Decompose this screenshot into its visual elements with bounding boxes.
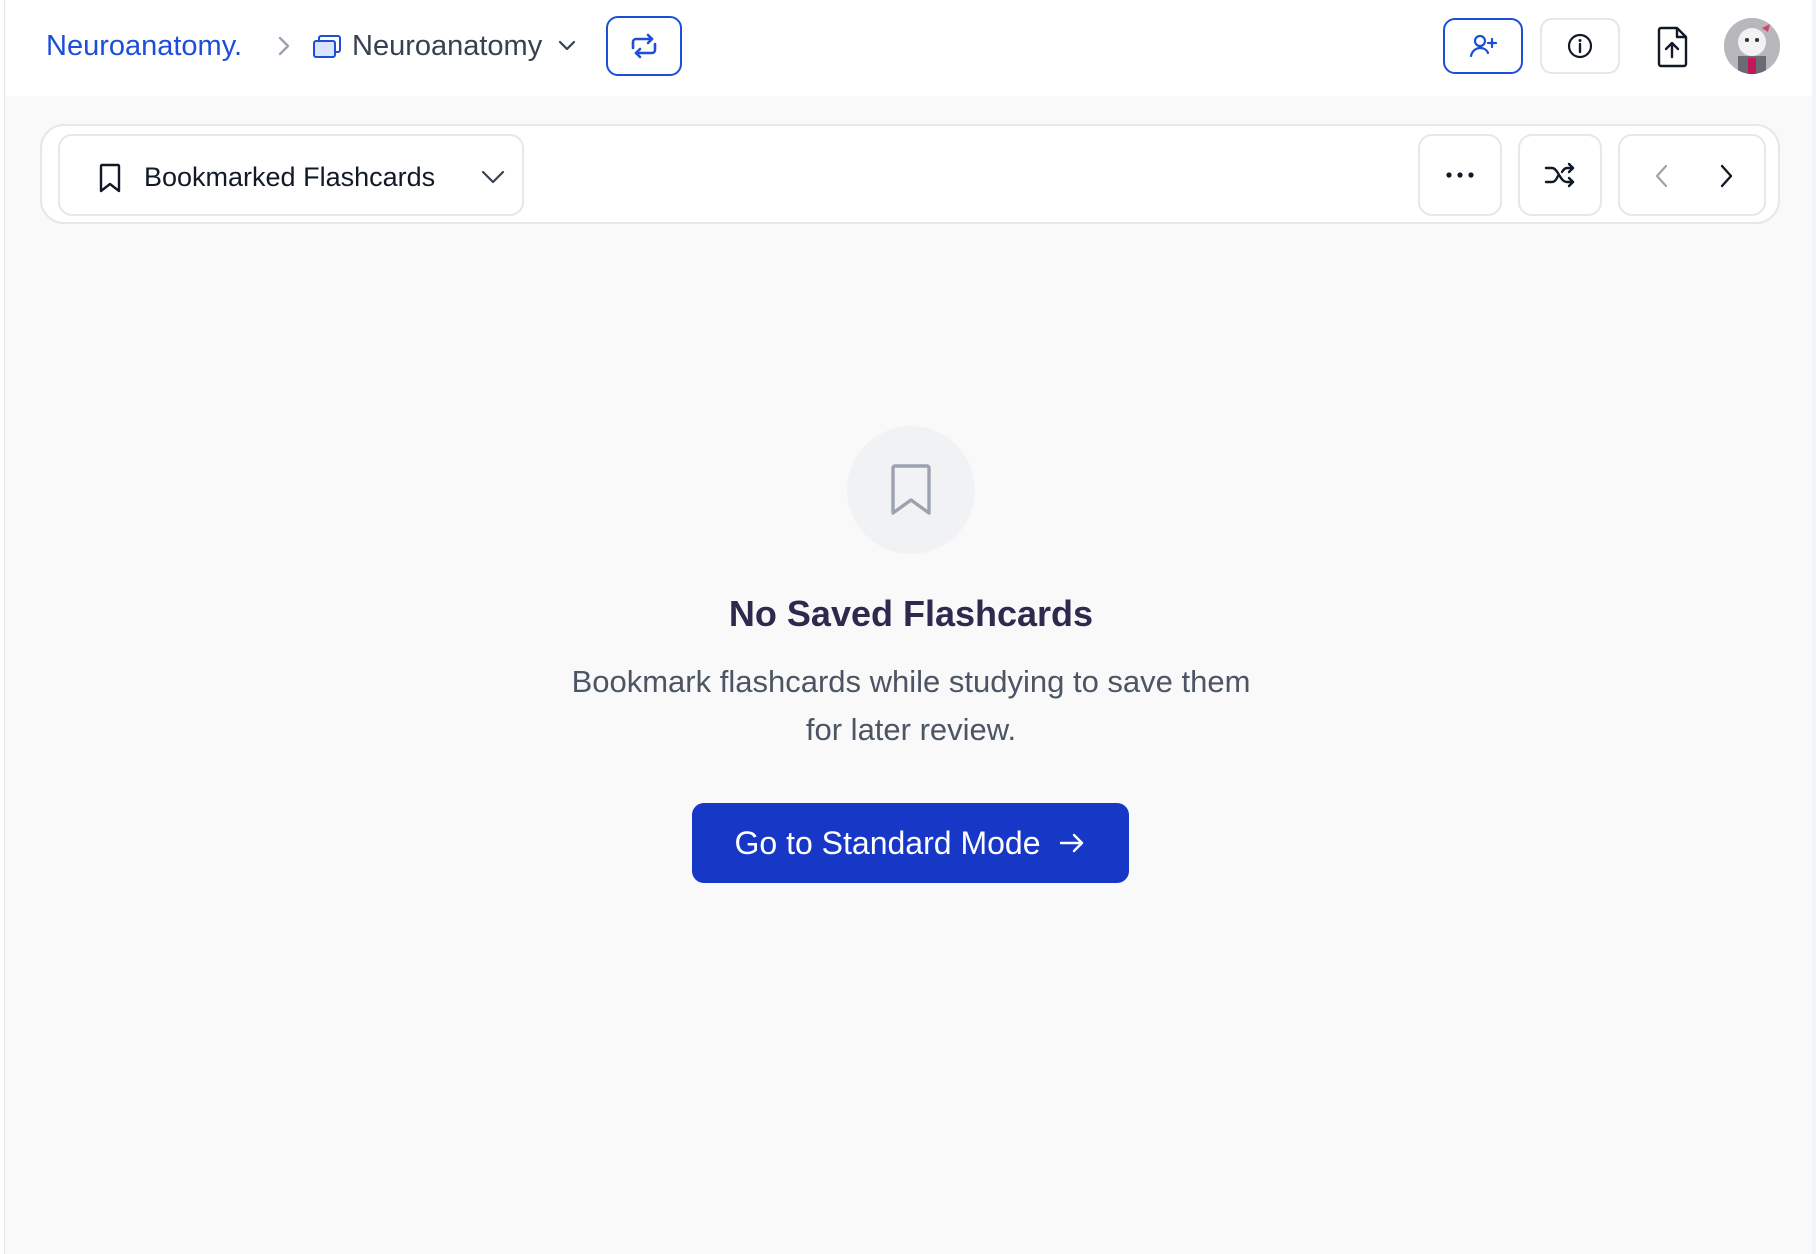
chevron-left-icon: [1655, 164, 1668, 188]
switch-mode-button[interactable]: [606, 16, 682, 76]
chevron-right-icon: [1720, 164, 1733, 188]
chevron-down-icon: [481, 170, 505, 184]
flashcard-toolbar: Bookmarked Flashcards: [40, 124, 1780, 224]
breadcrumb-deck-selector[interactable]: Neuroanatomy: [352, 26, 542, 66]
mode-selector-label: Bookmarked Flashcards: [144, 162, 436, 192]
shuffle-button[interactable]: [1518, 134, 1602, 216]
info-button[interactable]: [1540, 18, 1620, 74]
empty-state-title: No Saved Flashcards: [728, 593, 1094, 634]
top-bar: Neuroanatomy. Neuroanatomy: [6, 0, 1812, 96]
right-edge: [1812, 0, 1816, 1254]
previous-card-button[interactable]: [1644, 158, 1680, 194]
breadcrumb-root-link[interactable]: Neuroanatomy.: [46, 26, 242, 66]
export-button[interactable]: [1650, 22, 1694, 72]
left-divider: [0, 0, 5, 1254]
empty-state-icon-circle: [847, 426, 975, 554]
next-card-button[interactable]: [1708, 158, 1744, 194]
bookmark-icon: [891, 464, 931, 515]
chevron-right-icon: [278, 36, 290, 56]
deck-stack-icon: [313, 35, 341, 58]
chevron-down-icon[interactable]: [556, 36, 578, 56]
file-upload-icon: [1657, 26, 1688, 68]
mode-selector[interactable]: Bookmarked Flashcards: [58, 134, 524, 216]
bookmark-icon: [99, 163, 121, 193]
empty-state-description: Bookmark flashcards while studying to sa…: [571, 664, 1251, 747]
avatar-image: [1724, 18, 1780, 74]
more-options-button[interactable]: [1418, 134, 1502, 216]
invite-user-button[interactable]: [1443, 18, 1523, 74]
cta-label: Go to Standard Mode: [734, 824, 1041, 861]
user-avatar[interactable]: [1724, 18, 1780, 74]
shuffle-icon: [1544, 162, 1575, 188]
more-icon: [1446, 172, 1474, 178]
switch-arrows-icon: [631, 33, 657, 59]
go-to-standard-mode-button[interactable]: Go to Standard Mode: [692, 803, 1129, 883]
info-icon: [1567, 33, 1593, 59]
arrow-right-icon: [1060, 833, 1084, 853]
add-user-icon: [1469, 34, 1498, 58]
card-navigation: [1618, 134, 1766, 216]
